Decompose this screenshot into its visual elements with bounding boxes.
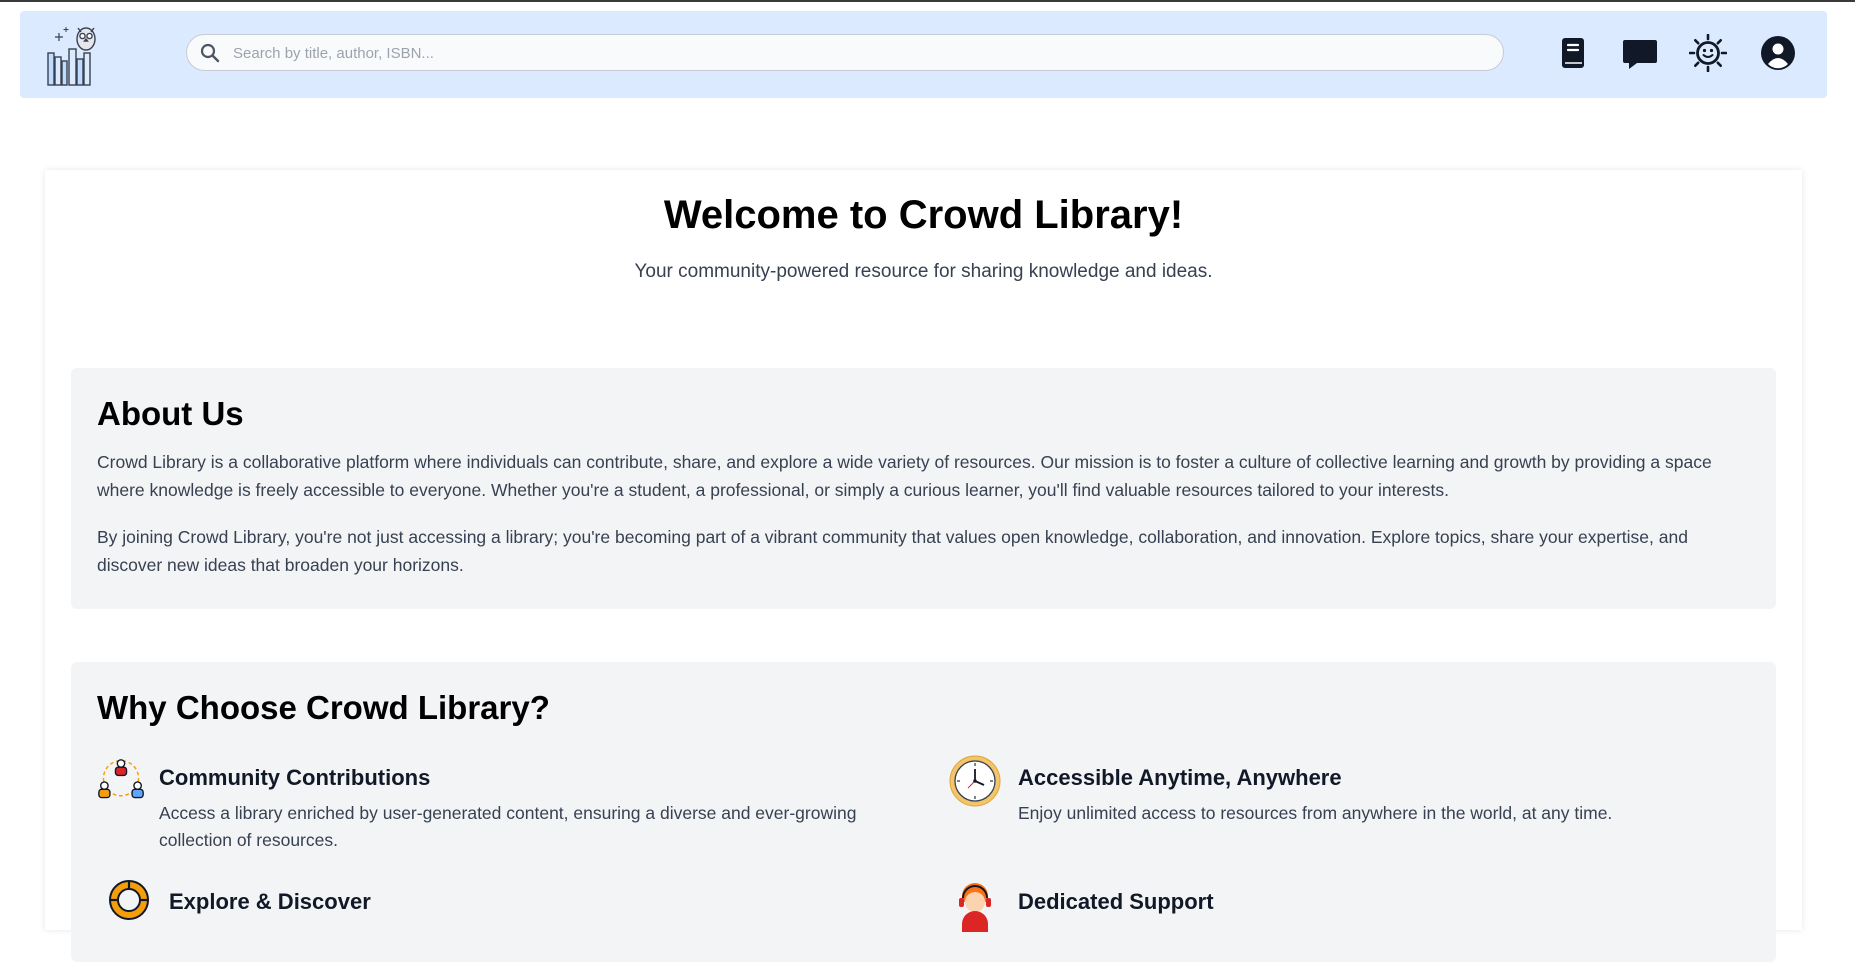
feature-explore-discover: Explore & Discover [107,878,907,978]
feature-title: Community Contributions [159,765,431,790]
page-tagline: Your community-powered resource for shar… [634,261,1213,282]
search-bar[interactable] [186,34,1504,72]
chat-icon[interactable] [1621,34,1659,72]
feature-description: Access a library enriched by user-genera… [159,803,857,850]
lifebuoy-icon [109,880,149,920]
user-circle-icon[interactable] [1759,34,1797,72]
window-top-border [0,0,1855,2]
feature-title: Explore & Discover [169,889,371,914]
owl-books-logo[interactable] [46,23,108,87]
why-choose-heading: Why Choose Crowd Library? [97,689,550,726]
about-us-heading: About Us [97,395,244,432]
feature-title: Accessible Anytime, Anywhere [1018,765,1342,790]
feature-title: Dedicated Support [1018,889,1214,914]
search-icon [200,43,220,63]
about-paragraph-1: Crowd Library is a collaborative platfor… [97,452,1712,500]
page-title: Welcome to Crowd Library! [663,193,1184,237]
sun-icon[interactable] [1689,34,1727,72]
feature-dedicated-support: Dedicated Support [948,878,1748,978]
why-choose-section: Why Choose Crowd Library? Community Cont… [71,662,1776,962]
feature-accessible-anytime: Accessible Anytime, Anywhere Enjoy unlim… [948,754,1748,854]
clock-icon [949,755,1001,807]
support-agent-icon [959,883,991,932]
feature-community-contributions: Community Contributions Access a library… [97,754,897,854]
top-navbar [20,11,1827,98]
about-us-section: About Us Crowd Library is a collaborativ… [71,368,1776,609]
search-input[interactable] [231,35,1485,72]
about-paragraph-2: By joining Crowd Library, you're not jus… [97,527,1688,575]
community-icon [98,759,144,799]
book-icon[interactable] [1554,34,1592,72]
main-content-card: Welcome to Crowd Library! Your community… [45,170,1802,962]
feature-description: Enjoy unlimited access to resources from… [1018,803,1613,823]
